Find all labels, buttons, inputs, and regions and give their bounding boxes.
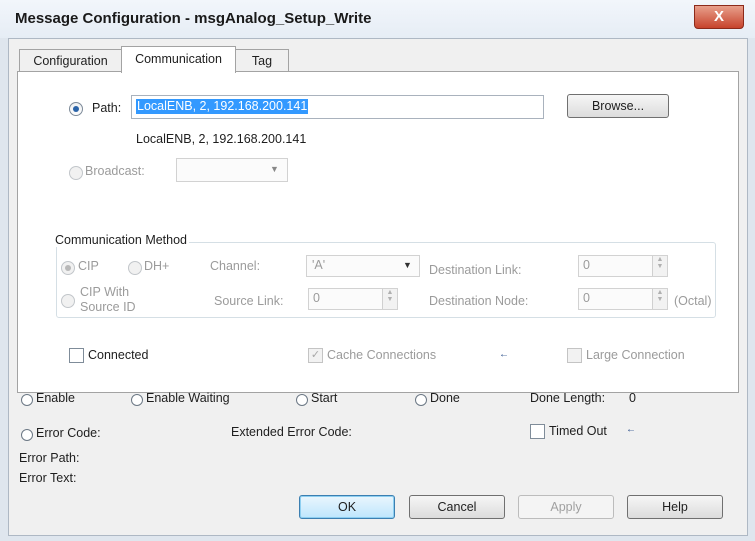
error-code-indicator (21, 429, 33, 441)
channel-label: Channel: (210, 259, 261, 273)
spin-down-icon: ▼ (656, 296, 664, 303)
destination-node-input[interactable]: 0 ▲ ▼ (578, 288, 668, 310)
broadcast-select[interactable]: ▼ (176, 158, 288, 182)
octal-label: (Octal) (674, 294, 712, 308)
connected-label: Connected (88, 348, 149, 362)
cip-source-id-label: CIP With Source ID (80, 285, 136, 315)
done-label: Done (430, 391, 460, 405)
spin-up-icon: ▲ (386, 289, 394, 296)
start-indicator (296, 394, 308, 406)
cip-source-id-radio[interactable] (61, 294, 75, 308)
broadcast-label: Broadcast: (85, 164, 145, 178)
path-input-value: LocalENB, 2, 192.168.200.141 (136, 99, 309, 114)
source-link-input[interactable]: 0 ▲ ▼ (308, 288, 398, 310)
enable-label: Enable (36, 391, 75, 405)
spin-up-icon: ▲ (656, 256, 664, 263)
destination-node-label: Destination Node: (429, 294, 529, 308)
apply-button[interactable]: Apply (518, 495, 614, 519)
done-indicator (415, 394, 427, 406)
tab-tag[interactable]: Tag (235, 49, 289, 72)
source-link-label: Source Link: (214, 294, 284, 308)
channel-select[interactable]: 'A' ▼ (306, 255, 420, 277)
enable-waiting-label: Enable Waiting (146, 391, 230, 405)
arrow-left-icon: ← (626, 424, 636, 435)
help-button[interactable]: Help (627, 495, 723, 519)
broadcast-radio[interactable] (69, 166, 83, 180)
close-button[interactable]: X (694, 5, 744, 29)
large-connection-label: Large Connection (586, 348, 685, 362)
done-length-label: Done Length: (530, 391, 606, 405)
communication-method-title: Communication Method (53, 233, 190, 247)
path-label: Path: (92, 101, 122, 115)
timed-out-label: Timed Out (549, 424, 607, 438)
cache-connections-checkbox[interactable]: ✓ (308, 348, 323, 363)
connected-checkbox[interactable] (69, 348, 84, 363)
browse-label: Browse... (591, 99, 645, 113)
ok-label: OK (337, 500, 357, 514)
check-icon: ✓ (310, 349, 321, 361)
ok-button[interactable]: OK (299, 495, 395, 519)
chevron-down-icon: ▼ (270, 164, 279, 174)
help-label: Help (662, 500, 688, 514)
cache-connections-label: Cache Connections (327, 348, 437, 362)
close-icon: X (713, 8, 724, 25)
source-link-value: 0 (313, 291, 320, 305)
cip-radio[interactable] (61, 261, 75, 275)
done-length-value: 0 (629, 391, 636, 405)
title-bar: Message Configuration - msgAnalog_Setup_… (0, 0, 755, 38)
destination-link-label: Destination Link: (429, 263, 522, 277)
dialog-body: Configuration Communication Tag Path: Lo… (8, 38, 748, 536)
path-resolved-text: LocalENB, 2, 192.168.200.141 (136, 132, 307, 146)
spin-down-icon: ▼ (656, 263, 664, 270)
source-link-spinner[interactable]: ▲ ▼ (382, 289, 397, 309)
tab-label: Tag (251, 54, 273, 68)
enable-waiting-indicator (131, 394, 143, 406)
destination-link-input[interactable]: 0 ▲ ▼ (578, 255, 668, 277)
spin-down-icon: ▼ (386, 296, 394, 303)
path-input[interactable]: LocalENB, 2, 192.168.200.141 (131, 95, 544, 119)
spin-up-icon: ▲ (656, 289, 664, 296)
error-path-label: Error Path: (19, 451, 80, 465)
cip-source-id-line-2: Source ID (80, 300, 136, 314)
window-title: Message Configuration - msgAnalog_Setup_… (15, 10, 372, 27)
cancel-label: Cancel (437, 500, 477, 514)
channel-value: 'A' (312, 258, 326, 272)
arrow-left-icon: ← (499, 349, 509, 360)
browse-button[interactable]: Browse... (567, 94, 669, 118)
communication-panel: Path: LocalENB, 2, 192.168.200.141 Brows… (17, 71, 739, 393)
error-text-label: Error Text: (19, 471, 77, 485)
cancel-button[interactable]: Cancel (409, 495, 505, 519)
enable-indicator (21, 394, 33, 406)
dhplus-label: DH+ (144, 259, 170, 273)
destination-link-value: 0 (583, 258, 590, 272)
timed-out-checkbox (530, 424, 545, 439)
tab-configuration[interactable]: Configuration (19, 49, 122, 72)
start-label: Start (311, 391, 338, 405)
dhplus-radio[interactable] (128, 261, 142, 275)
tab-label: Communication (135, 52, 222, 66)
cip-source-id-line-1: CIP With (80, 285, 130, 299)
error-code-label: Error Code: (36, 426, 101, 440)
tab-label: Configuration (33, 54, 108, 68)
apply-label: Apply (550, 500, 582, 514)
destination-node-value: 0 (583, 291, 590, 305)
destination-link-spinner[interactable]: ▲ ▼ (652, 256, 667, 276)
chevron-down-icon: ▼ (403, 260, 412, 270)
extended-error-code-label: Extended Error Code: (231, 425, 352, 439)
destination-node-spinner[interactable]: ▲ ▼ (652, 289, 667, 309)
path-radio[interactable] (69, 102, 83, 116)
large-connection-checkbox[interactable] (567, 348, 582, 363)
tab-communication[interactable]: Communication (121, 46, 236, 73)
cip-label: CIP (78, 259, 99, 273)
